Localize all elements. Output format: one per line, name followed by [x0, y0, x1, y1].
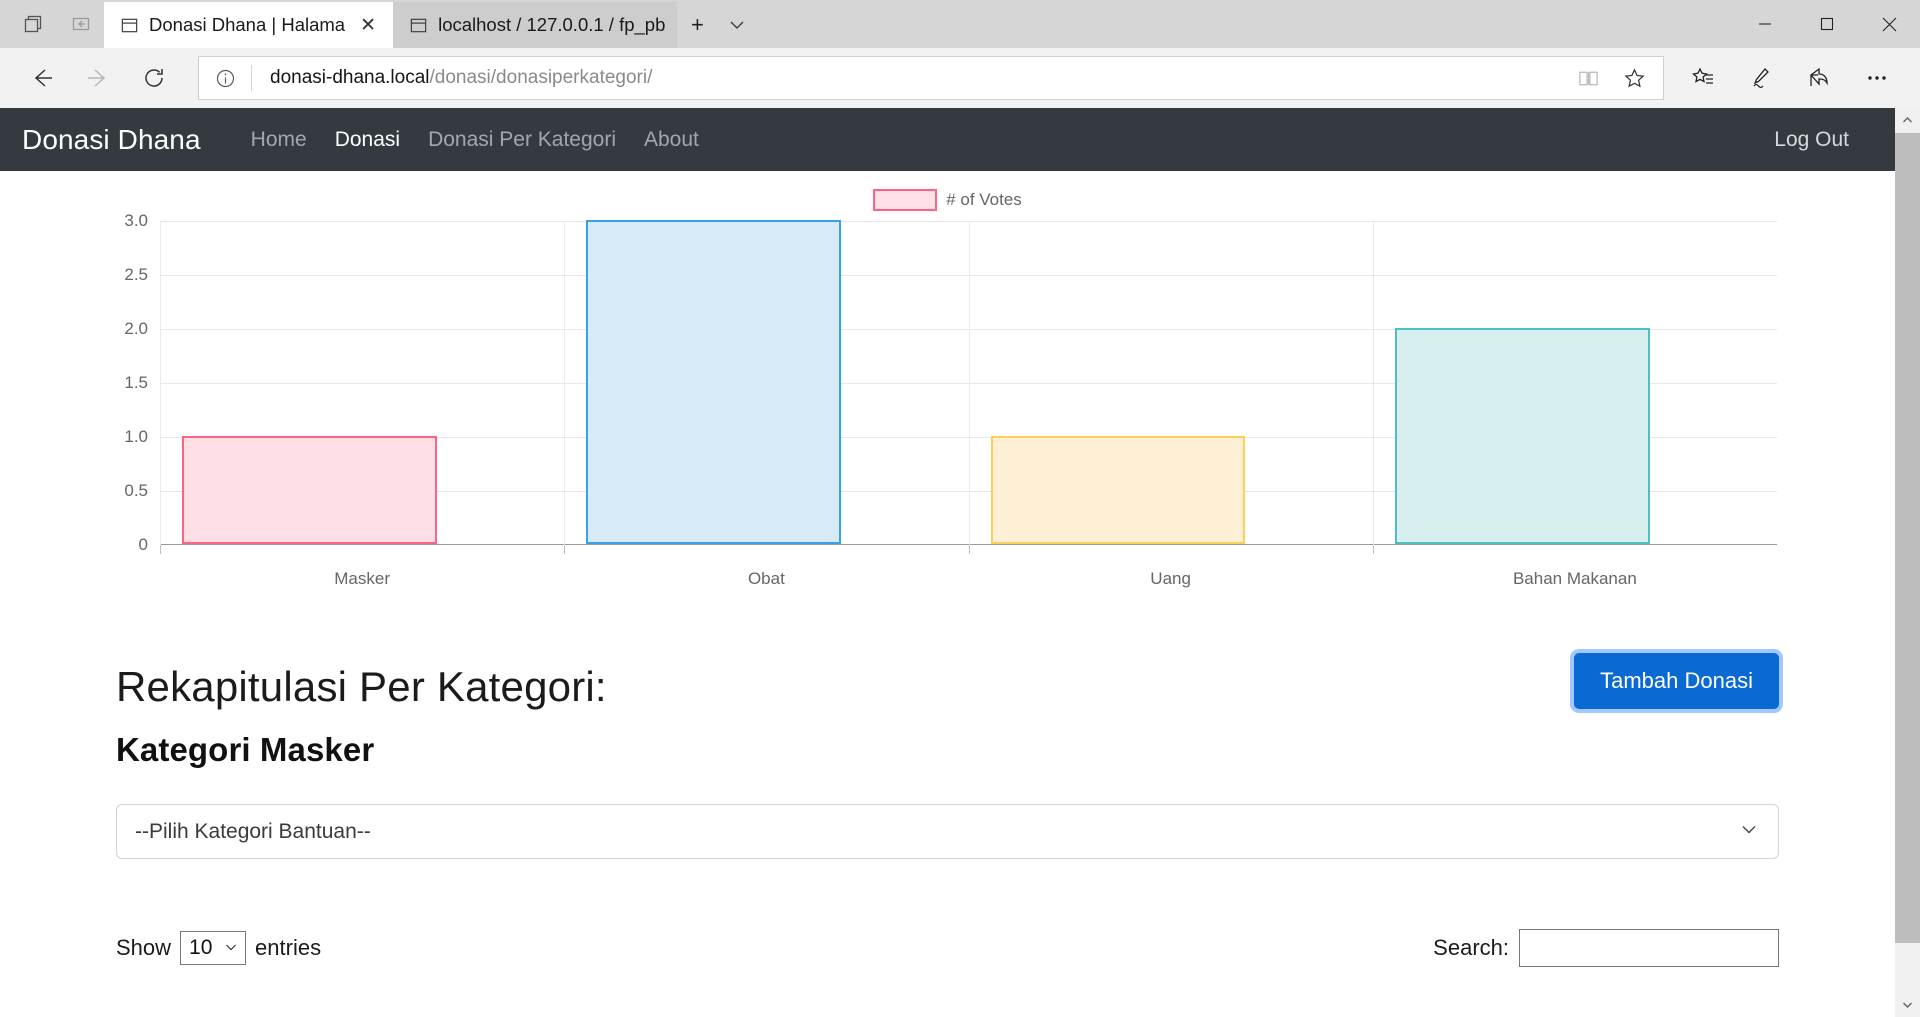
category-select-value: --Pilih Kategori Bantuan-- — [135, 819, 371, 843]
web-page: Donasi Dhana Home Donasi Donasi Per Kate… — [0, 108, 1895, 1017]
close-icon[interactable]: ✕ — [355, 12, 381, 38]
address-bar-actions — [1565, 57, 1657, 99]
new-tab-button[interactable]: + — [677, 2, 717, 48]
chevron-down-icon — [224, 940, 238, 957]
y-axis-tick-label: 0 — [138, 535, 148, 554]
page-length-value: 10 — [189, 936, 213, 959]
page-icon — [410, 18, 427, 32]
forward-button[interactable] — [70, 50, 126, 106]
refresh-button[interactable] — [126, 50, 182, 106]
share-icon[interactable] — [1790, 50, 1848, 106]
scroll-down-icon[interactable] — [1895, 992, 1920, 1017]
web-notes-icon[interactable] — [1732, 50, 1790, 106]
show-entries-control: Show 10 entries — [116, 931, 321, 965]
tab-title: localhost / 127.0.0.1 / fp_pb — [438, 14, 666, 35]
site-brand[interactable]: Donasi Dhana — [22, 124, 201, 156]
browser-tab[interactable]: localhost / 127.0.0.1 / fp_pb — [393, 2, 678, 48]
chart-bar[interactable] — [990, 436, 1246, 544]
browser-window: Donasi Dhana | Halama ✕ localhost / 127.… — [0, 0, 1920, 1017]
x-axis-label: Bahan Makanan — [1512, 569, 1637, 588]
chart-bar[interactable] — [182, 436, 437, 544]
browser-titlebar: Donasi Dhana | Halama ✕ localhost / 127.… — [0, 0, 1920, 48]
more-settings-icon[interactable] — [1848, 50, 1906, 106]
category-select-row: --Pilih Kategori Bantuan-- — [0, 804, 1895, 859]
scrollbar-thumb[interactable] — [1895, 133, 1920, 943]
url-domain: donasi-dhana.local — [270, 67, 430, 88]
y-axis-tick-label: 3.0 — [124, 211, 148, 230]
tab-strip: Donasi Dhana | Halama ✕ localhost / 127.… — [104, 0, 757, 48]
nav-item-home[interactable]: Home — [237, 128, 321, 152]
page-length-select[interactable]: 10 — [180, 931, 247, 965]
search-input[interactable] — [1519, 929, 1779, 967]
category-select[interactable]: --Pilih Kategori Bantuan-- — [116, 804, 1779, 859]
show-label: Show — [116, 935, 172, 960]
y-axis-tick-label: 1.5 — [124, 373, 148, 392]
x-axis-label: Masker — [334, 569, 390, 588]
favorite-star-icon[interactable] — [1611, 57, 1657, 99]
category-separator — [968, 221, 970, 554]
logout-link[interactable]: Log Out — [1760, 128, 1873, 151]
scroll-up-icon[interactable] — [1895, 108, 1920, 133]
legend-swatch[interactable] — [873, 189, 938, 211]
table-controls-row: Show 10 entries Search: — [0, 929, 1895, 967]
y-axis-tick-label: 2.5 — [124, 265, 148, 284]
tab-preview-icon[interactable] — [10, 1, 56, 47]
page-viewport: Donasi Dhana Home Donasi Donasi Per Kate… — [0, 108, 1920, 1017]
add-donation-button[interactable]: Tambah Donasi — [1574, 653, 1779, 709]
nav-item-donasi[interactable]: Donasi — [321, 128, 414, 152]
x-axis-label: Uang — [1150, 569, 1191, 588]
chevron-down-icon[interactable] — [717, 2, 757, 48]
window-controls — [1734, 0, 1920, 48]
back-button[interactable] — [14, 50, 70, 106]
x-axis-tick — [564, 545, 566, 554]
maximize-button[interactable] — [1796, 0, 1858, 48]
tab-title: Donasi Dhana | Halama — [149, 14, 346, 35]
site-nav-right: Log Out — [1760, 128, 1873, 152]
favorites-hub-icon[interactable] — [1674, 50, 1732, 106]
chart-plot-area: 0 0.5 1.0 1.5 2.0 2.5 3.0 Masker Obat Uang Bahan M… — [124, 211, 1777, 588]
table-search: Search: — [1433, 929, 1779, 967]
site-info-icon[interactable] — [199, 57, 251, 99]
category-separator — [160, 221, 161, 554]
nav-item-donasi-per-kategori[interactable]: Donasi Per Kategori — [414, 128, 630, 152]
y-axis-tick-label: 2.0 — [124, 319, 148, 338]
entries-label: entries — [255, 935, 322, 960]
chart-bar[interactable] — [1394, 328, 1650, 544]
headings: Rekapitulasi Per Kategori: Kategori Mask… — [116, 663, 607, 769]
category-subtitle: Kategori Masker — [116, 731, 375, 768]
y-axis-tick-label: 1.0 — [124, 427, 148, 446]
chevron-down-icon — [1738, 818, 1760, 846]
x-axis-tick — [160, 545, 161, 554]
x-axis-label: Obat — [747, 569, 785, 588]
x-axis-tick — [1372, 545, 1374, 554]
reading-view-icon[interactable] — [1565, 57, 1611, 99]
site-navbar: Donasi Dhana Home Donasi Donasi Per Kate… — [0, 108, 1895, 171]
x-axis-tick — [968, 545, 970, 554]
url-text[interactable]: donasi-dhana.local/donasi/donasiperkateg… — [252, 67, 1565, 89]
titlebar-left-buttons — [0, 0, 104, 48]
content-header-row: Rekapitulasi Per Kategori: Kategori Mask… — [0, 653, 1895, 769]
page-title: Rekapitulasi Per Kategori: — [116, 663, 607, 710]
set-tabs-aside-icon[interactable] — [58, 1, 104, 47]
address-bar[interactable]: donasi-dhana.local/donasi/donasiperkateg… — [198, 56, 1664, 100]
page-icon — [121, 18, 138, 32]
nav-item-about[interactable]: About — [630, 128, 713, 152]
close-window-button[interactable] — [1858, 0, 1920, 48]
url-path: /donasi/donasiperkategori/ — [429, 67, 653, 88]
chart-bar[interactable] — [586, 220, 842, 544]
y-axis-tick-label: 0.5 — [124, 481, 148, 500]
category-separator — [1372, 221, 1374, 554]
browser-tab[interactable]: Donasi Dhana | Halama ✕ — [104, 2, 394, 48]
search-label: Search: — [1433, 935, 1509, 960]
legend-label: # of Votes — [946, 190, 1022, 209]
browser-navbar: donasi-dhana.local/donasi/donasiperkateg… — [0, 48, 1920, 108]
category-separator — [564, 221, 566, 554]
donation-bar-chart: # of Votes 0 0.5 1.0 1.5 2.0 2.5 3.0 Masker Obat… — [0, 171, 1895, 591]
minimize-button[interactable] — [1734, 0, 1796, 48]
page-scrollbar[interactable] — [1895, 108, 1920, 1017]
chart-legend: # of Votes — [0, 189, 1895, 211]
page-content: Rekapitulasi Per Kategori: Kategori Mask… — [0, 653, 1895, 967]
browser-toolbar-actions — [1674, 50, 1906, 106]
site-nav-links: Home Donasi Donasi Per Kategori About — [237, 128, 713, 152]
